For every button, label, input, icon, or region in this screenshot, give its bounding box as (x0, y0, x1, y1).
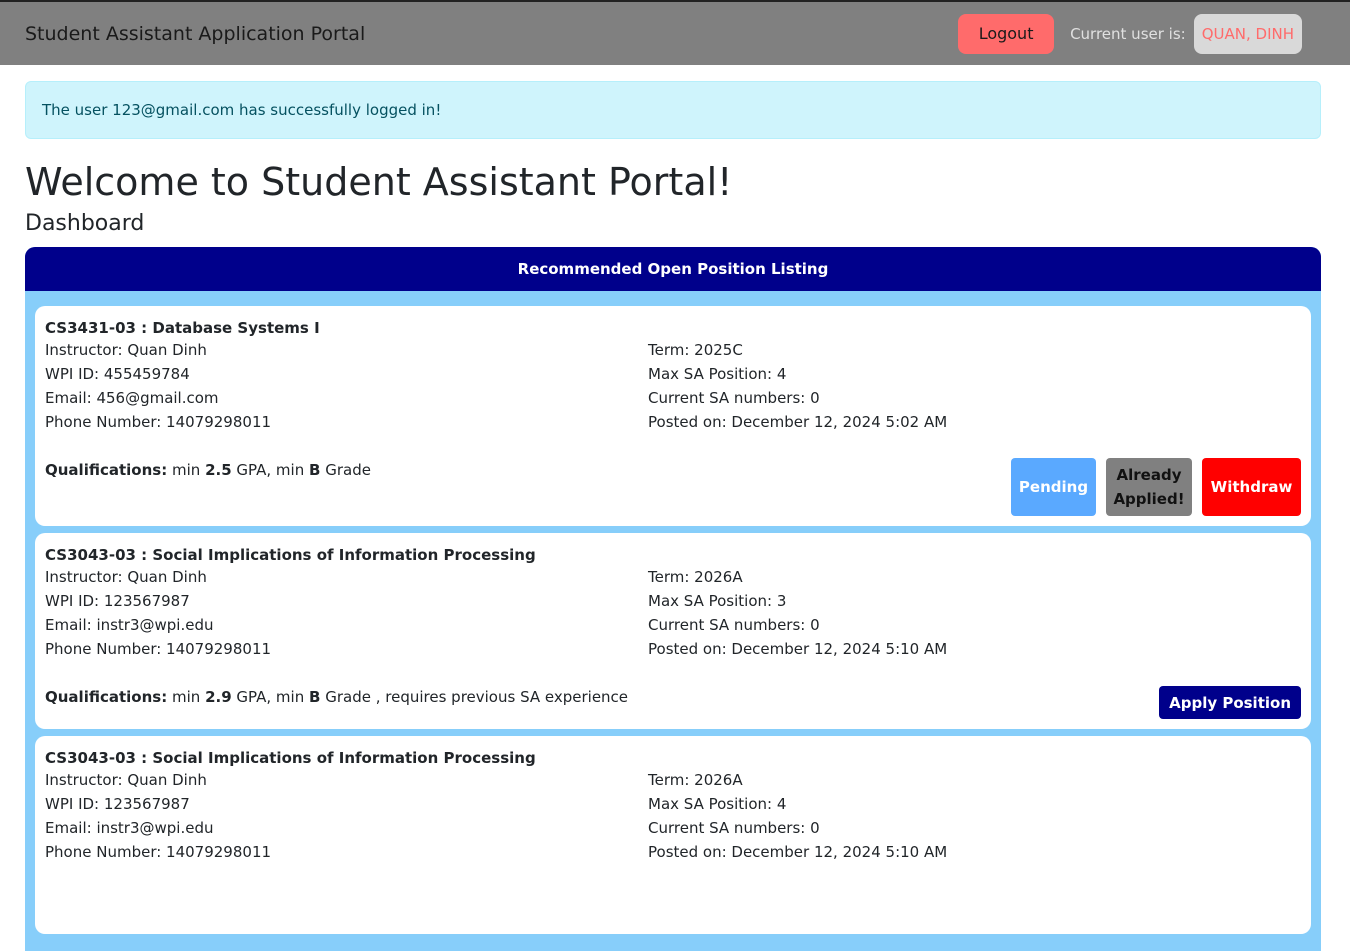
instructor: Instructor: Quan Dinh (45, 568, 207, 586)
instructor: Instructor: Quan Dinh (45, 341, 207, 359)
instructor: Instructor: Quan Dinh (45, 771, 207, 789)
course-title: CS3043-03 : Social Implications of Infor… (45, 546, 536, 564)
wpi-id: WPI ID: 123567987 (45, 795, 190, 813)
posted-on: Posted on: December 12, 2024 5:02 AM (648, 413, 948, 431)
qualifications: Qualifications: min 2.9 GPA, min B Grade… (45, 688, 629, 706)
top-navbar: Student Assistant Application Portal Log… (0, 0, 1350, 65)
posted-on: Posted on: December 12, 2024 5:10 AM (648, 843, 948, 861)
term: Term: 2025C (648, 341, 743, 359)
current-user-badge: QUAN, DINH (1193, 13, 1302, 54)
current-sa: Current SA numbers: 0 (648, 389, 820, 407)
position-card: CS3043-03 : Social Implications of Infor… (35, 736, 1311, 934)
course-title: CS3043-03 : Social Implications of Infor… (45, 749, 536, 767)
email: Email: instr3@wpi.edu (45, 819, 214, 837)
phone: Phone Number: 14079298011 (45, 640, 272, 658)
posted-on: Posted on: December 12, 2024 5:10 AM (648, 640, 948, 658)
email: Email: 456@gmail.com (45, 389, 219, 407)
current-sa: Current SA numbers: 0 (648, 616, 820, 634)
panel-header: Recommended Open Position Listing (25, 247, 1321, 291)
page-subtitle: Dashboard (25, 211, 145, 236)
max-sa: Max SA Position: 4 (648, 365, 787, 383)
wpi-id: WPI ID: 123567987 (45, 592, 190, 610)
apply-position-button[interactable]: Apply Position (1159, 686, 1301, 719)
phone: Phone Number: 14079298011 (45, 413, 272, 431)
position-listing-panel: Recommended Open Position Listing CS3431… (25, 247, 1321, 951)
page-title: Welcome to Student Assistant Portal! (25, 160, 733, 204)
logout-button[interactable]: Logout (958, 13, 1055, 54)
position-card: CS3043-03 : Social Implications of Infor… (35, 533, 1311, 729)
position-card: CS3431-03 : Database Systems I Instructo… (35, 306, 1311, 526)
email: Email: instr3@wpi.edu (45, 616, 214, 634)
app-title: Student Assistant Application Portal (25, 22, 366, 45)
withdraw-button[interactable]: Withdraw (1202, 458, 1301, 516)
max-sa: Max SA Position: 3 (648, 592, 787, 610)
current-user-label: Current user is: (1070, 24, 1186, 43)
login-success-alert: The user 123@gmail.com has successfully … (25, 81, 1321, 139)
pending-button[interactable]: Pending (1011, 458, 1096, 516)
term: Term: 2026A (648, 771, 743, 789)
term: Term: 2026A (648, 568, 743, 586)
already-applied-button[interactable]: Already Applied! (1106, 458, 1192, 516)
current-sa: Current SA numbers: 0 (648, 819, 820, 837)
wpi-id: WPI ID: 455459784 (45, 365, 190, 383)
max-sa: Max SA Position: 4 (648, 795, 787, 813)
course-title: CS3431-03 : Database Systems I (45, 319, 320, 337)
phone: Phone Number: 14079298011 (45, 843, 272, 861)
